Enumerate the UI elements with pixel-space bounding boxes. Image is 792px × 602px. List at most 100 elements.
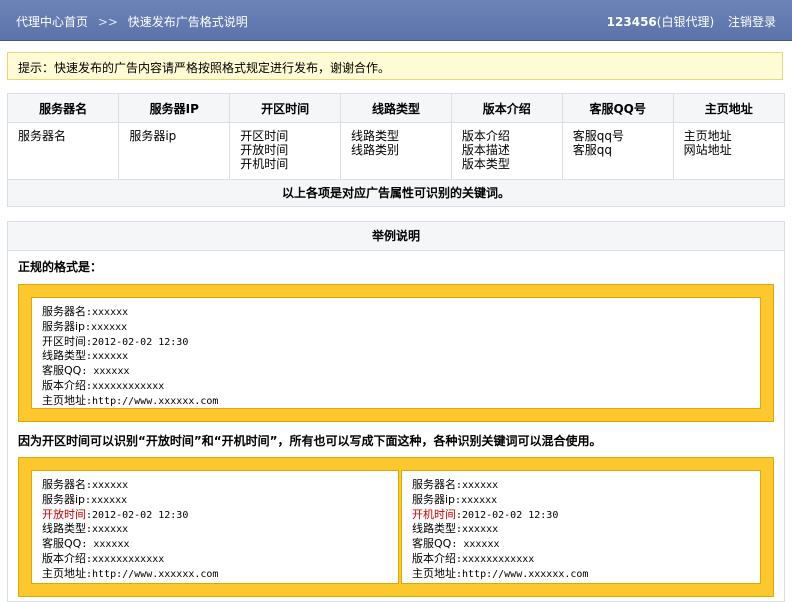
sample-key: 主页地址 (42, 566, 86, 580)
keyword: 网站地址 (683, 143, 732, 157)
keyword: 线路类型 (351, 129, 400, 143)
keywords-cell-3: 线路类型 线路类别 (340, 122, 452, 180)
sample-key: 客服QQ (42, 364, 82, 378)
keywords-header-4: 版本介绍 (451, 94, 563, 123)
sample-key: 服务器ip (42, 492, 86, 506)
keywords-table: 服务器名 服务器IP 开区时间 线路类型 版本介绍 客服QQ号 主页地址 服务器名 服务器ip… (8, 94, 784, 206)
sample-value: :xxxxxxxxxxxx (456, 553, 535, 565)
sample-key: 线路类型 (42, 522, 86, 536)
keyword: 线路类别 (351, 143, 400, 157)
mixed-format-label: 因为开区时间可以识别“开放时间”和“开机时间”，所有也可以写成下面这种，各种识别… (18, 434, 602, 448)
sample-line: 服务器ip:xxxxxx (42, 320, 750, 335)
keywords-header-6: 主页地址 (673, 94, 784, 123)
keywords-cell-6: 主页地址 网站地址 (673, 122, 784, 180)
sample-line: 开机时间:2012-02-02 12:30 (412, 508, 750, 523)
sample-value: : xxxxxx (81, 539, 130, 551)
sample-key: 线路类型 (42, 349, 86, 363)
sample-line: 主页地址:http://www.xxxxxx.com (42, 567, 388, 582)
sample-value: :xxxxxx (456, 480, 499, 491)
sample-value: :xxxxxx (455, 494, 498, 506)
keywords-header-0: 服务器名 (8, 94, 120, 123)
sample-value: :xxxxxx (86, 307, 129, 318)
keywords-panel: 服务器名 服务器IP 开区时间 线路类型 版本介绍 客服QQ号 主页地址 服务器名 服务器ip… (7, 93, 785, 207)
sample-line: 线路类型:xxxxxx (42, 522, 388, 537)
sample-key: 版本介绍 (412, 551, 456, 565)
sample-line: 开放时间:2012-02-02 12:30 (42, 508, 388, 523)
sample-line: 服务器ip:xxxxxx (412, 493, 750, 508)
keywords-header-2: 开区时间 (229, 94, 342, 123)
sample-frame-standard: 服务器名:xxxxxx 服务器ip:xxxxxx 开区时间:2012-02-02 1… (18, 284, 774, 422)
sample-line: 开区时间:2012-02-02 12:30 (42, 335, 750, 350)
sample-line: 版本介绍:xxxxxxxxxxxx (412, 552, 750, 567)
keyword: 开区时间 (240, 129, 289, 143)
sample-line: 服务器名:xxxxxx (42, 478, 388, 493)
user-info: 123456(白银代理) 注销登录 (607, 13, 776, 30)
sample-line: 客服QQ: xxxxxx (42, 364, 750, 379)
sample-line: 版本介绍:xxxxxxxxxxxx (42, 552, 388, 567)
keywords-note: 以上各项是对应广告属性可识别的关键词。 (8, 179, 784, 206)
keyword: 版本描述 (461, 143, 510, 157)
sample-value: :xxxxxx (456, 524, 499, 536)
sample-key: 服务器ip (412, 492, 456, 506)
sample-value: :xxxxxxxxxxxx (86, 553, 165, 565)
keywords-header-row: 服务器名 服务器IP 开区时间 线路类型 版本介绍 客服QQ号 主页地址 (8, 94, 784, 123)
keyword: 服务器名 (18, 129, 67, 143)
sample-line: 服务器名:xxxxxx (412, 478, 750, 493)
sample-value: : xxxxxx (451, 539, 500, 551)
sample-line: 服务器ip:xxxxxx (42, 493, 388, 508)
sample-value: :xxxxxx (85, 494, 128, 506)
sample-key: 客服QQ (42, 537, 82, 551)
breadcrumb-separator: >> (97, 15, 118, 29)
keywords-header-5: 客服QQ号 (562, 94, 674, 123)
sample-line: 线路类型:xxxxxx (42, 349, 750, 364)
sample-value: :2012-02-02 12:30 (86, 336, 189, 348)
example-title: 举例说明 (8, 222, 784, 251)
keywords-cell-2: 开区时间 开放时间 开机时间 (229, 122, 342, 180)
sample-key: 线路类型 (412, 522, 456, 536)
keyword: 服务器ip (129, 129, 177, 143)
sample-key: 主页地址 (42, 393, 86, 407)
home-link[interactable]: 代理中心首页 (16, 15, 88, 29)
sample-value: :xxxxxxxxxxxx (86, 380, 165, 392)
sample-key: 服务器名 (42, 305, 86, 318)
keyword: 开放时间 (240, 143, 289, 157)
keyword: 客服qq (572, 143, 612, 157)
keywords-cell-0: 服务器名 (8, 122, 120, 180)
sample-key: 开机时间 (412, 507, 456, 521)
keywords-note-row: 以上各项是对应广告属性可识别的关键词。 (8, 179, 784, 206)
keywords-cell-1: 服务器ip (118, 122, 231, 180)
sample-value: :http://www.xxxxxx.com (456, 568, 589, 580)
sample-line: 版本介绍:xxxxxxxxxxxx (42, 379, 750, 394)
sample-value: :xxxxxx (85, 321, 128, 333)
sample-value: :xxxxxx (86, 524, 129, 536)
current-page-title: 快速发布广告格式说明 (127, 15, 248, 29)
sample-box-open-time: 服务器名:xxxxxx 服务器ip:xxxxxx 开放时间:2012-02-02 1… (31, 470, 399, 584)
sample-value: :2012-02-02 12:30 (86, 509, 189, 521)
sample-value: :xxxxxx (86, 351, 129, 363)
sample-key: 客服QQ (412, 537, 452, 551)
logout-link[interactable]: 注销登录 (728, 15, 776, 29)
sample-key: 开放时间 (42, 507, 86, 521)
keyword: 主页地址 (683, 129, 732, 143)
sample-line: 客服QQ: xxxxxx (412, 537, 750, 552)
keyword: 客服qq号 (572, 129, 624, 143)
standard-format-label: 正规的格式是： (18, 260, 103, 274)
sample-value: :http://www.xxxxxx.com (86, 395, 219, 407)
user-level: (白银代理) (656, 15, 715, 29)
sample-key: 主页地址 (412, 566, 456, 580)
example-panel: 举例说明 正规的格式是： 服务器名:xxxxxx 服务器ip:xxxxxx 开区时间… (7, 221, 785, 602)
sample-key: 服务器ip (42, 319, 86, 333)
sample-key: 服务器名 (412, 478, 456, 491)
sample-line: 线路类型:xxxxxx (412, 522, 750, 537)
user-id: 123456 (606, 15, 657, 29)
sample-key: 版本介绍 (42, 378, 86, 392)
keyword: 版本类型 (461, 157, 510, 171)
top-nav-bar: 代理中心首页 >> 快速发布广告格式说明 123456(白银代理) 注销登录 (0, 0, 792, 41)
keyword: 版本介绍 (461, 129, 510, 143)
keywords-row: 服务器名 服务器ip 开区时间 开放时间 开机时间 线路类型 线路类别 版本介绍 版本描述 版本类… (8, 122, 784, 180)
sample-key: 版本介绍 (42, 551, 86, 565)
sample-line: 服务器名:xxxxxx (42, 305, 750, 320)
sample-line: 主页地址:http://www.xxxxxx.com (42, 394, 750, 409)
sample-key: 开区时间 (42, 334, 86, 348)
sample-line: 客服QQ: xxxxxx (42, 537, 388, 552)
